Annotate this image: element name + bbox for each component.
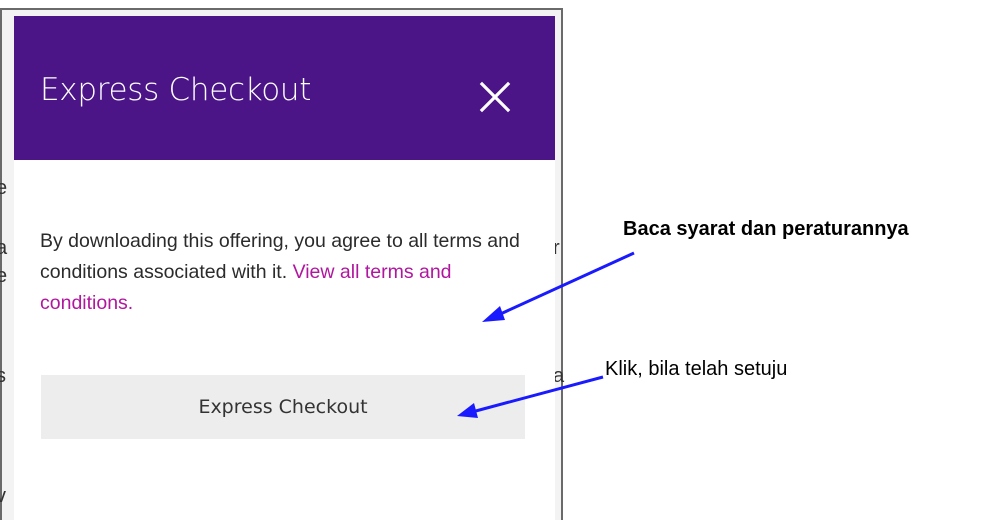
express-checkout-button[interactable]: Express Checkout	[41, 375, 525, 439]
terms-message: By downloading this offering, you agree …	[40, 226, 520, 319]
close-icon	[479, 81, 511, 113]
terms-annotation: Baca syarat dan peraturannya	[623, 218, 909, 240]
background-text-fragment: e	[0, 265, 8, 287]
dialog-title: Express Checkout	[40, 72, 312, 108]
checkout-annotation: Klik, bila telah setuju	[605, 358, 788, 380]
background-text-fragment: e	[0, 177, 8, 199]
dialog-header: Express Checkout	[14, 16, 555, 160]
close-button[interactable]	[476, 76, 516, 116]
background-text-fragment: s	[0, 365, 6, 387]
express-checkout-dialog: Express Checkout By downloading this off…	[14, 16, 555, 520]
background-text-fragment: a	[0, 237, 8, 259]
background-text-fragment: v	[0, 485, 6, 507]
